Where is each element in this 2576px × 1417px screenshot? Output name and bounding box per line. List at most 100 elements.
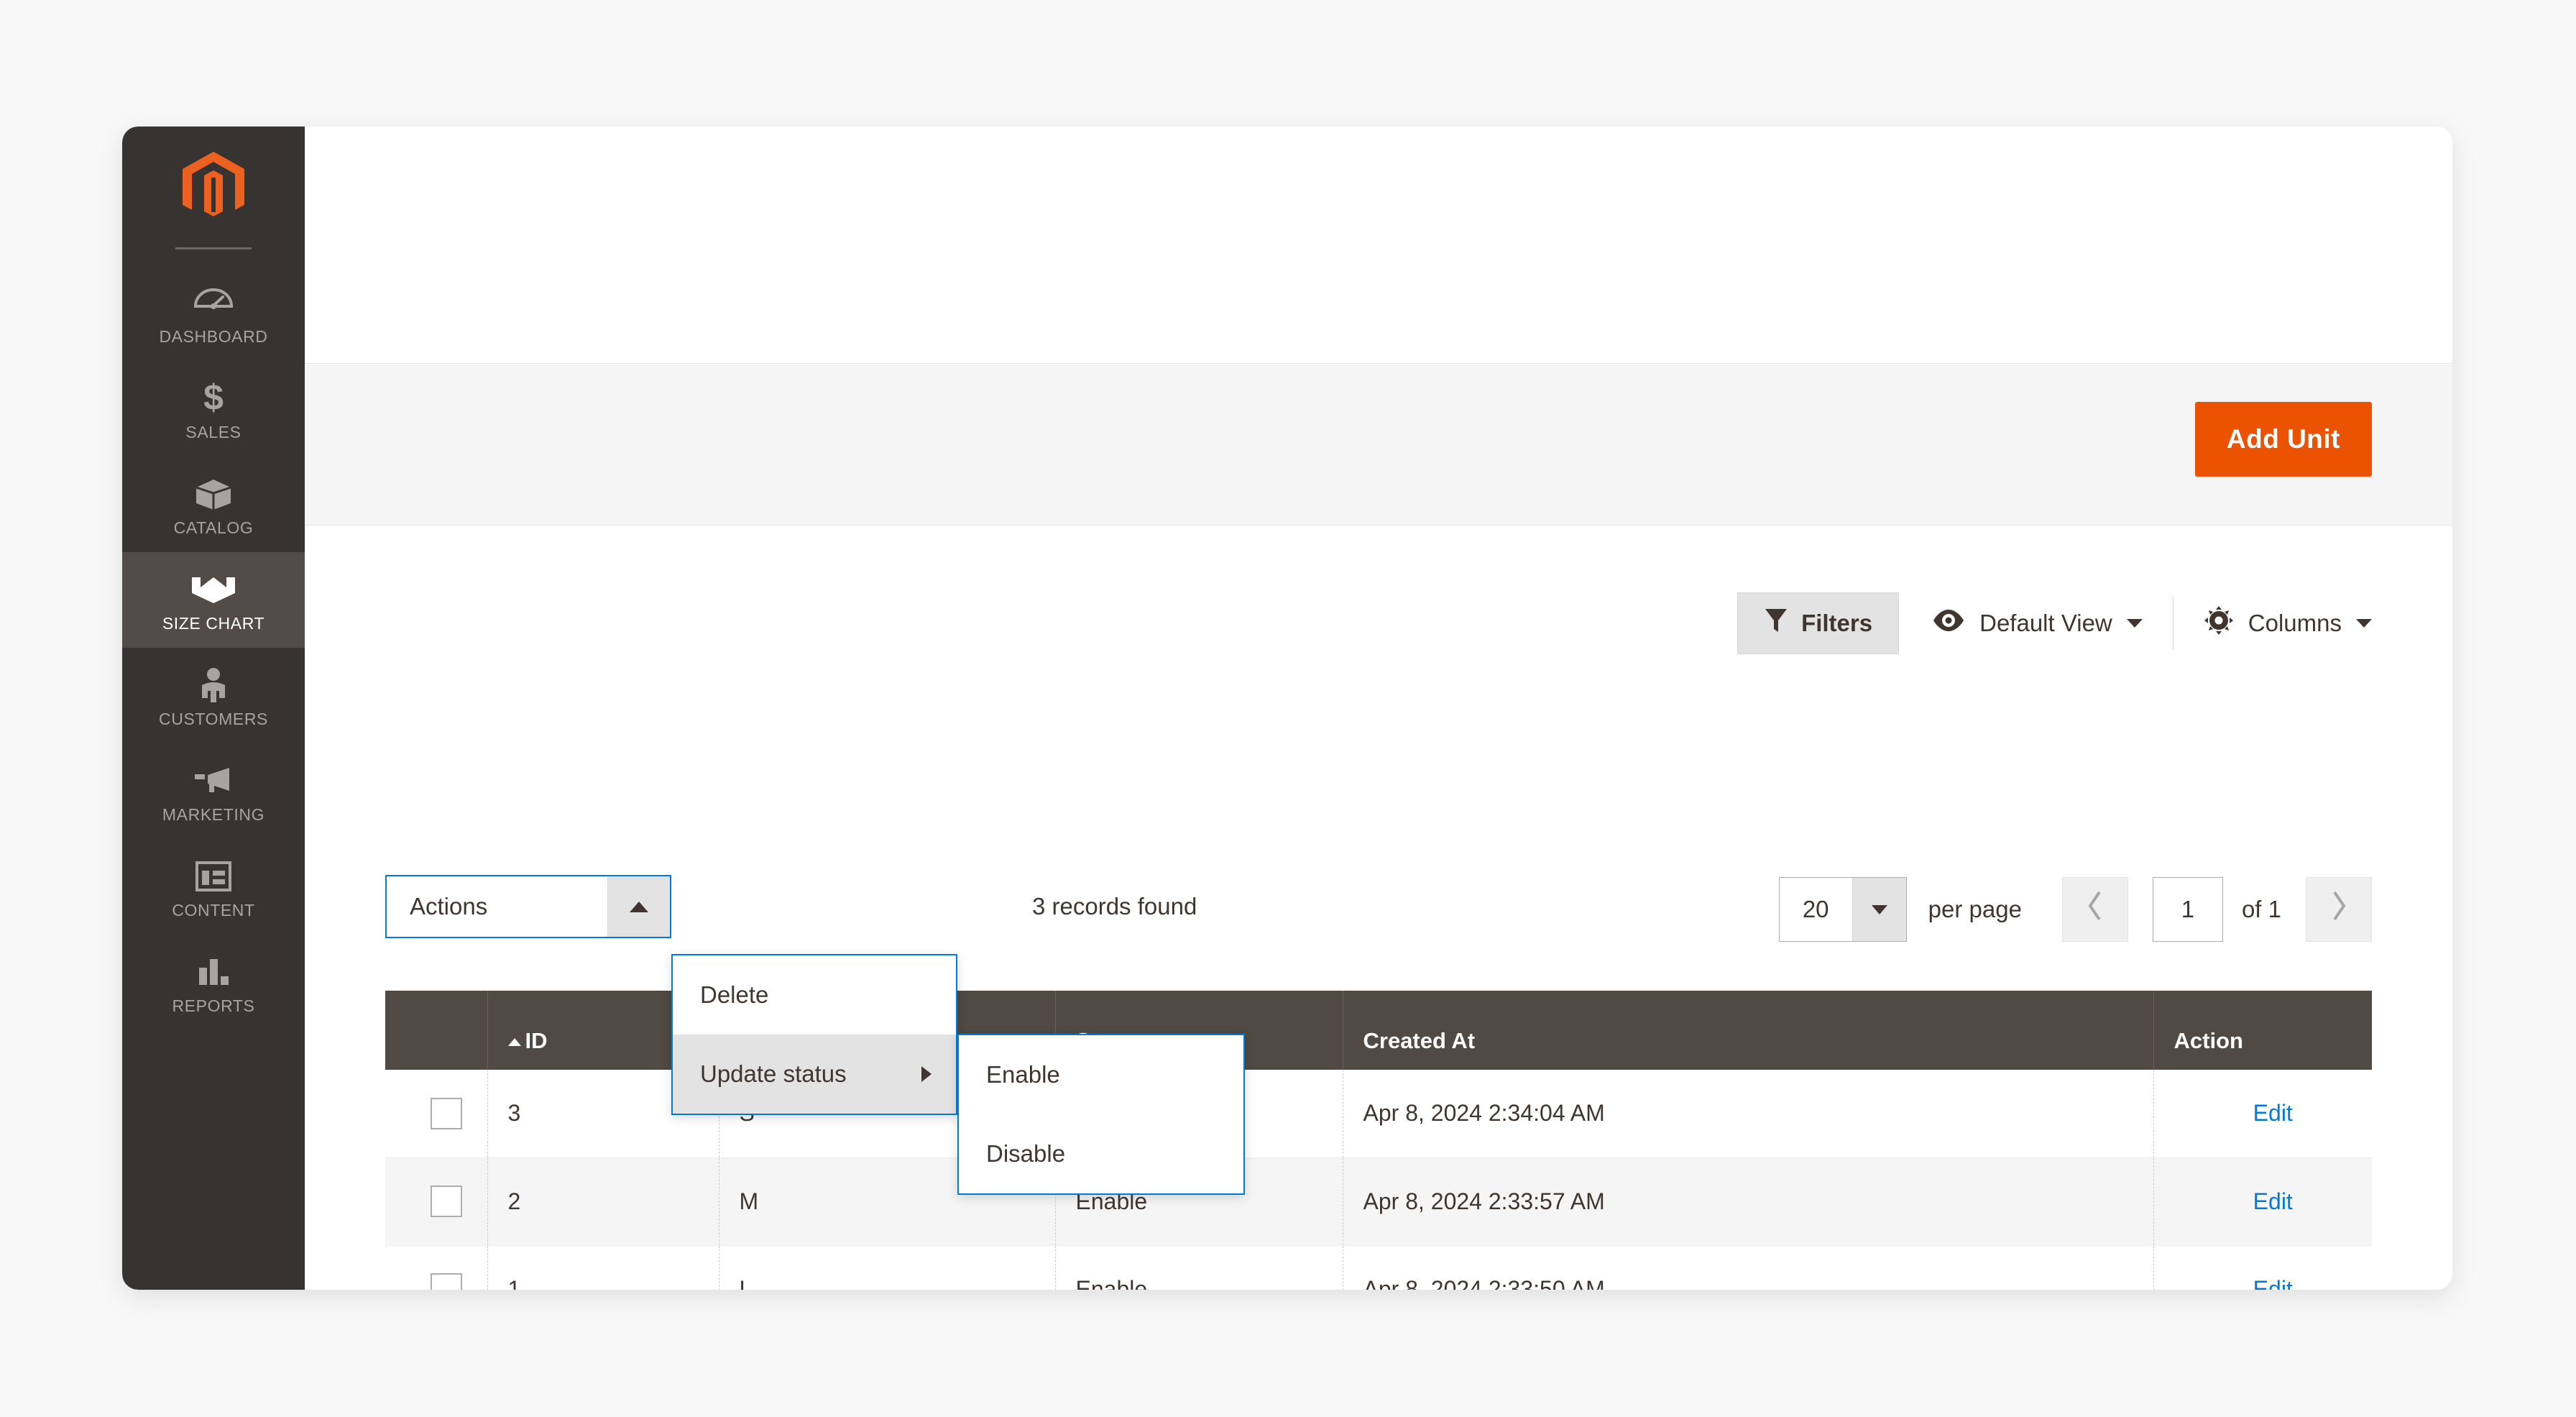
cell-created-at: Apr 8, 2024 2:33:57 AM	[1343, 1157, 2154, 1246]
size-chart-icon	[125, 568, 302, 611]
pager-next-button[interactable]	[2306, 877, 2372, 942]
column-header-created-at[interactable]: Created At	[1343, 991, 2154, 1070]
cell-action: Edit	[2153, 1245, 2372, 1290]
mass-actions-menu: Delete Update status	[671, 954, 957, 1115]
eye-icon	[1932, 608, 1965, 638]
row-checkbox[interactable]	[430, 1273, 462, 1290]
sidebar-nav: DASHBOARD $ SALES CATALOG SIZE CHART CUS…	[122, 127, 305, 1290]
per-page-toggle[interactable]	[1852, 878, 1906, 941]
row-checkbox[interactable]	[430, 1097, 462, 1129]
pager-prev-button[interactable]	[2061, 877, 2128, 942]
funnel-icon	[1764, 607, 1788, 640]
per-page-select[interactable]: 20	[1778, 877, 1907, 942]
chevron-up-icon	[630, 901, 648, 912]
sidebar-item-label: CUSTOMERS	[159, 710, 268, 728]
layout-icon	[125, 855, 302, 898]
sidebar-item-catalog[interactable]: CATALOG	[122, 457, 305, 552]
submenu-item-enable[interactable]: Enable	[959, 1035, 1243, 1114]
row-select-cell	[385, 1245, 488, 1290]
row-select-cell	[385, 1070, 488, 1158]
column-header-id-label: ID	[525, 1028, 548, 1053]
per-page-label: per page	[1928, 896, 2022, 922]
filters-button[interactable]: Filters	[1737, 592, 1900, 654]
submenu-item-label: Disable	[986, 1140, 1066, 1167]
main-content: Size Units 1 admin	[305, 127, 2452, 1290]
cell-status: Enable	[1055, 1245, 1343, 1290]
sidebar-item-label: SALES	[185, 423, 242, 441]
chevron-right-icon	[921, 1066, 932, 1082]
sidebar-item-sales[interactable]: $ SALES	[122, 361, 305, 457]
columns-dropdown[interactable]: Columns	[2204, 605, 2372, 641]
sidebar-item-marketing[interactable]: MARKETING	[122, 743, 305, 839]
cell-id: 1	[487, 1245, 719, 1290]
submenu-item-disable[interactable]: Disable	[959, 1114, 1243, 1193]
pager-page-input[interactable]	[2152, 877, 2223, 942]
submenu-item-label: Enable	[986, 1061, 1060, 1088]
sidebar-item-label: CATALOG	[173, 518, 254, 537]
dollar-icon: $	[125, 377, 302, 420]
column-header-select-all[interactable]	[385, 991, 488, 1070]
columns-label: Columns	[2248, 610, 2342, 636]
bar-chart-icon	[125, 950, 302, 994]
sidebar-item-label: SIZE CHART	[162, 614, 265, 633]
grid-view-controls: Filters Default View Columns	[1737, 592, 2372, 654]
cell-created-at: Apr 8, 2024 2:33:50 AM	[1343, 1245, 2154, 1290]
mass-actions-label: Actions	[410, 893, 488, 920]
table-row[interactable]: 2 M Enable Apr 8, 2024 2:33:57 AM Edit	[385, 1157, 2372, 1246]
person-icon	[125, 664, 302, 707]
dashboard-icon	[125, 281, 302, 324]
cell-size-unit: L	[719, 1245, 1056, 1290]
menu-item-delete[interactable]: Delete	[673, 955, 956, 1035]
row-checkbox[interactable]	[430, 1186, 462, 1217]
cell-action: Edit	[2153, 1157, 2372, 1246]
page-action-strip: Add Unit	[305, 364, 2452, 526]
chevron-right-icon	[2329, 890, 2348, 929]
edit-link[interactable]: Edit	[2253, 1100, 2293, 1126]
sidebar-item-label: REPORTS	[172, 996, 255, 1015]
svg-text:$: $	[203, 380, 224, 417]
box-icon	[125, 472, 302, 515]
cell-id: 2	[487, 1157, 719, 1246]
controls-divider	[2172, 597, 2174, 650]
sidebar-item-label: DASHBOARD	[159, 327, 268, 346]
filters-label: Filters	[1801, 610, 1873, 636]
megaphone-icon	[125, 759, 302, 802]
sidebar-item-label: CONTENT	[172, 901, 255, 920]
sidebar-item-customers[interactable]: CUSTOMERS	[122, 648, 305, 743]
menu-item-update-status[interactable]: Update status	[673, 1035, 956, 1114]
chevron-down-icon	[1871, 904, 1887, 914]
chevron-down-icon	[2126, 619, 2143, 628]
chevron-down-icon	[2356, 619, 2372, 628]
pager-total-label: of 1	[2241, 896, 2281, 922]
mass-actions-toggle[interactable]	[607, 876, 670, 937]
default-view-dropdown[interactable]: Default View	[1932, 608, 2143, 638]
sidebar-item-dashboard[interactable]: DASHBOARD	[122, 265, 305, 361]
gear-icon	[2204, 605, 2234, 641]
per-page-value: 20	[1802, 896, 1829, 922]
magento-logo-icon[interactable]	[122, 127, 305, 247]
column-header-action: Action	[2153, 991, 2372, 1070]
chevron-left-icon	[2086, 890, 2104, 929]
grid-pager: 20 per page of 1	[1778, 877, 2372, 942]
edit-link[interactable]: Edit	[2253, 1276, 2293, 1290]
mass-actions-select[interactable]: Actions	[385, 875, 671, 938]
cell-action: Edit	[2153, 1070, 2372, 1158]
sidebar-item-content[interactable]: CONTENT	[122, 839, 305, 935]
menu-item-label: Delete	[700, 981, 769, 1008]
edit-link[interactable]: Edit	[2253, 1188, 2293, 1214]
row-select-cell	[385, 1157, 488, 1246]
mass-actions-submenu: Enable Disable	[957, 1034, 1245, 1195]
sort-asc-icon	[507, 1038, 521, 1047]
page-header	[305, 127, 2452, 364]
sidebar-item-size-chart[interactable]: SIZE CHART	[122, 552, 305, 648]
records-found-label: 3 records found	[1032, 893, 1197, 920]
sidebar-item-reports[interactable]: REPORTS	[122, 935, 305, 1030]
default-view-label: Default View	[1979, 610, 2112, 636]
admin-window-card: DASHBOARD $ SALES CATALOG SIZE CHART CUS…	[122, 127, 2452, 1290]
cell-created-at: Apr 8, 2024 2:34:04 AM	[1343, 1070, 2154, 1158]
add-unit-button[interactable]: Add Unit	[2194, 402, 2372, 477]
sidebar-item-label: MARKETING	[162, 805, 265, 824]
menu-item-label: Update status	[700, 1060, 847, 1087]
page-root: DASHBOARD $ SALES CATALOG SIZE CHART CUS…	[0, 0, 2576, 1417]
table-row[interactable]: 1 L Enable Apr 8, 2024 2:33:50 AM Edit	[385, 1245, 2372, 1290]
